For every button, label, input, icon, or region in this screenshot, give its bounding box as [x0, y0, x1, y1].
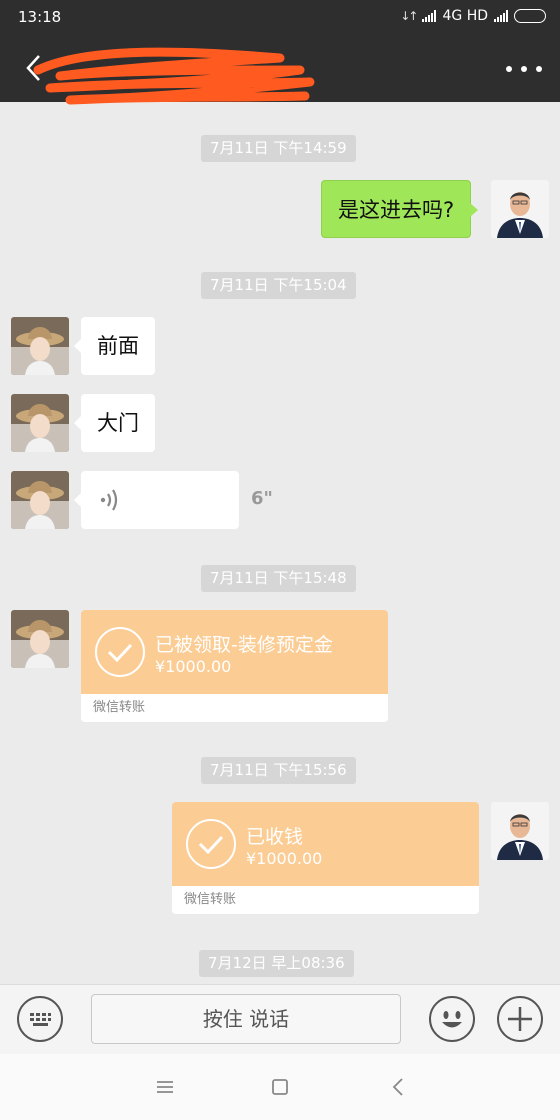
- avatar-self[interactable]: [491, 802, 549, 860]
- keyboard-toggle-button[interactable]: [17, 996, 63, 1042]
- timestamp: 7月11日 下午15:04: [201, 272, 356, 299]
- signal-icon: [422, 10, 437, 22]
- transfer-card-top: 已收钱 ¥1000.00: [172, 802, 479, 886]
- check-circle-icon: [186, 819, 236, 869]
- message-incoming[interactable]: 前面: [74, 317, 155, 375]
- voice-message[interactable]: [74, 471, 239, 529]
- keyboard-icon: [30, 1013, 51, 1026]
- transfer-footer: 微信转账: [81, 694, 388, 722]
- check-circle-icon: [95, 627, 145, 677]
- chat-title: [60, 52, 270, 82]
- input-bar: 按住 说话: [0, 984, 560, 1054]
- status-bar: 13:18 ↓↑ 4G HD: [0, 0, 560, 34]
- transfer-amount: ¥1000.00: [246, 849, 323, 868]
- transfer-card-outgoing[interactable]: 已收钱 ¥1000.00 微信转账: [172, 802, 479, 914]
- back-nav-button[interactable]: [378, 1072, 418, 1102]
- transfer-title: 已被领取-装修预定金: [155, 634, 333, 656]
- timestamp: 7月11日 下午15:48: [201, 565, 356, 592]
- status-time: 13:18: [18, 8, 62, 26]
- back-button[interactable]: [14, 48, 54, 88]
- transfer-title: 已收钱: [246, 826, 304, 848]
- network-label: 4G HD: [442, 8, 488, 24]
- hold-to-talk-button[interactable]: 按住 说话: [91, 994, 401, 1044]
- transfer-card-top: 已被领取-装修预定金 ¥1000.00: [81, 610, 388, 694]
- transfer-amount: ¥1000.00: [155, 657, 232, 676]
- more-button[interactable]: [506, 56, 542, 82]
- system-nav-bar: [0, 1054, 560, 1120]
- data-transfer-icon: ↓↑: [400, 9, 418, 23]
- menu-icon: [157, 1081, 173, 1093]
- timestamp: 7月11日 下午15:56: [201, 757, 356, 784]
- menu-button[interactable]: [145, 1072, 185, 1102]
- avatar-contact[interactable]: [11, 317, 69, 375]
- back-icon: [392, 1078, 403, 1096]
- chevron-left-icon: [26, 55, 40, 81]
- avatar-self[interactable]: [491, 180, 549, 238]
- avatar-contact[interactable]: [11, 610, 69, 668]
- plus-icon: [508, 1007, 532, 1031]
- emoji-button[interactable]: [429, 996, 475, 1042]
- signal-icon-2: [494, 10, 508, 22]
- avatar-contact[interactable]: [11, 394, 69, 452]
- battery-icon: [514, 9, 546, 23]
- home-button[interactable]: [260, 1072, 300, 1102]
- transfer-footer: 微信转账: [172, 886, 479, 914]
- status-icons: ↓↑ 4G HD: [400, 8, 546, 24]
- transfer-card-incoming[interactable]: 已被领取-装修预定金 ¥1000.00 微信转账: [81, 610, 388, 722]
- voice-wave-icon: [100, 489, 118, 511]
- avatar-contact[interactable]: [11, 471, 69, 529]
- emoji-icon: [442, 1011, 462, 1028]
- more-functions-button[interactable]: [497, 996, 543, 1042]
- home-icon: [272, 1079, 288, 1095]
- voice-duration: 6": [251, 488, 273, 509]
- message-outgoing[interactable]: 是这进去吗?: [321, 180, 479, 238]
- chat-header: [0, 34, 560, 105]
- timestamp: 7月12日 早上08:36: [199, 950, 354, 977]
- more-dots-icon: [506, 66, 512, 72]
- timestamp: 7月11日 下午14:59: [201, 135, 356, 162]
- chat-message-list[interactable]: 7月11日 下午14:59 是这进去吗? 7月11日 下午15:04 前面 大门…: [0, 102, 560, 984]
- message-incoming[interactable]: 大门: [74, 394, 155, 452]
